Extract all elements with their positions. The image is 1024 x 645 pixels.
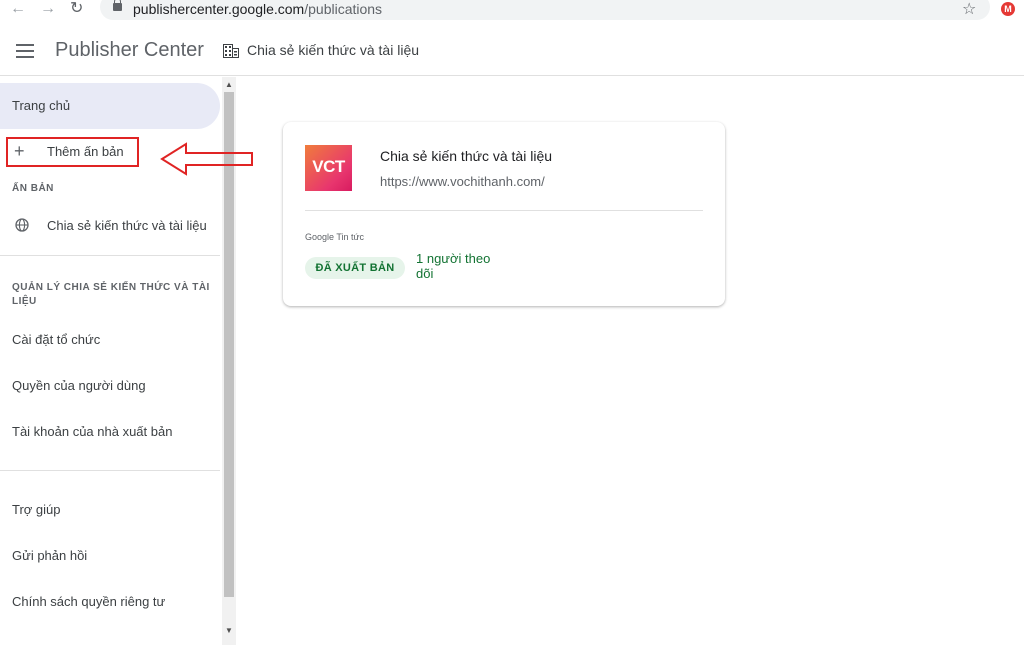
org-name[interactable]: Chia sẻ kiến thức và tài liệu <box>247 42 419 58</box>
sidebar-item-org-settings[interactable]: Cài đặt tổ chức <box>12 332 100 347</box>
app-header: Publisher Center Chia sẻ kiến thức và tà… <box>0 22 1024 76</box>
sidebar-item-user-permissions[interactable]: Quyền của người dùng <box>12 378 146 393</box>
logo-text: VCT <box>312 157 345 176</box>
url-host: publishercenter.google.com <box>133 1 305 17</box>
reload-icon[interactable]: ↻ <box>70 0 83 18</box>
url-text[interactable]: publishercenter.google.com/publications <box>133 1 382 17</box>
back-icon[interactable]: ← <box>10 0 26 18</box>
sidebar-item-publisher-accounts[interactable]: Tài khoản của nhà xuất bản <box>12 424 172 439</box>
publication-logo: VCT <box>305 145 352 191</box>
hamburger-menu-icon[interactable] <box>16 44 34 58</box>
scroll-down-arrow-icon[interactable]: ▼ <box>224 626 234 635</box>
bookmark-star-icon[interactable]: ☆ <box>962 0 976 19</box>
url-path: /publications <box>304 1 383 17</box>
sidebar-divider <box>0 255 220 256</box>
sidebar-item-home[interactable]: Trang chủ <box>0 83 220 129</box>
service-label: Google Tin tức <box>305 232 365 242</box>
publication-title[interactable]: Chia sẻ kiến thức và tài liệu <box>380 148 552 164</box>
app-title[interactable]: Publisher Center <box>55 39 204 62</box>
section-manage-heading: QUẢN LÝ CHIA SẺ KIẾN THỨC VÀ TÀI LIỆU <box>12 282 210 307</box>
plus-icon[interactable]: + <box>14 140 25 162</box>
sidebar-item-feedback[interactable]: Gửi phản hồi <box>12 548 87 563</box>
followers-count: 1 người theo dõi <box>416 251 491 281</box>
extension-icon[interactable]: M <box>1001 2 1015 16</box>
sidebar-item-help[interactable]: Trợ giúp <box>12 502 61 517</box>
lock-icon <box>113 0 122 11</box>
publication-url: https://www.vochithanh.com/ <box>380 174 545 189</box>
add-publication-button[interactable]: Thêm ấn bản <box>47 144 124 159</box>
card-divider <box>305 210 703 211</box>
status-badge: ĐÃ XUẤT BẢN <box>305 257 405 279</box>
sidebar-item-privacy[interactable]: Chính sách quyền riêng tư <box>12 594 165 609</box>
globe-icon <box>15 218 29 232</box>
annotation-arrow-icon <box>160 142 253 176</box>
publication-card[interactable]: VCT Chia sẻ kiến thức và tài liệu https:… <box>283 122 725 306</box>
scroll-up-arrow-icon[interactable]: ▲ <box>224 80 234 89</box>
building-icon <box>223 44 239 58</box>
sidebar-item-publication[interactable]: Chia sẻ kiến thức và tài liệu <box>47 218 207 233</box>
section-publications-heading: ẤN BẢN <box>12 183 54 194</box>
sidebar-divider <box>0 470 220 471</box>
forward-icon[interactable]: → <box>40 0 56 18</box>
browser-toolbar: ← → ↻ publishercenter.google.com/publica… <box>0 0 1024 22</box>
